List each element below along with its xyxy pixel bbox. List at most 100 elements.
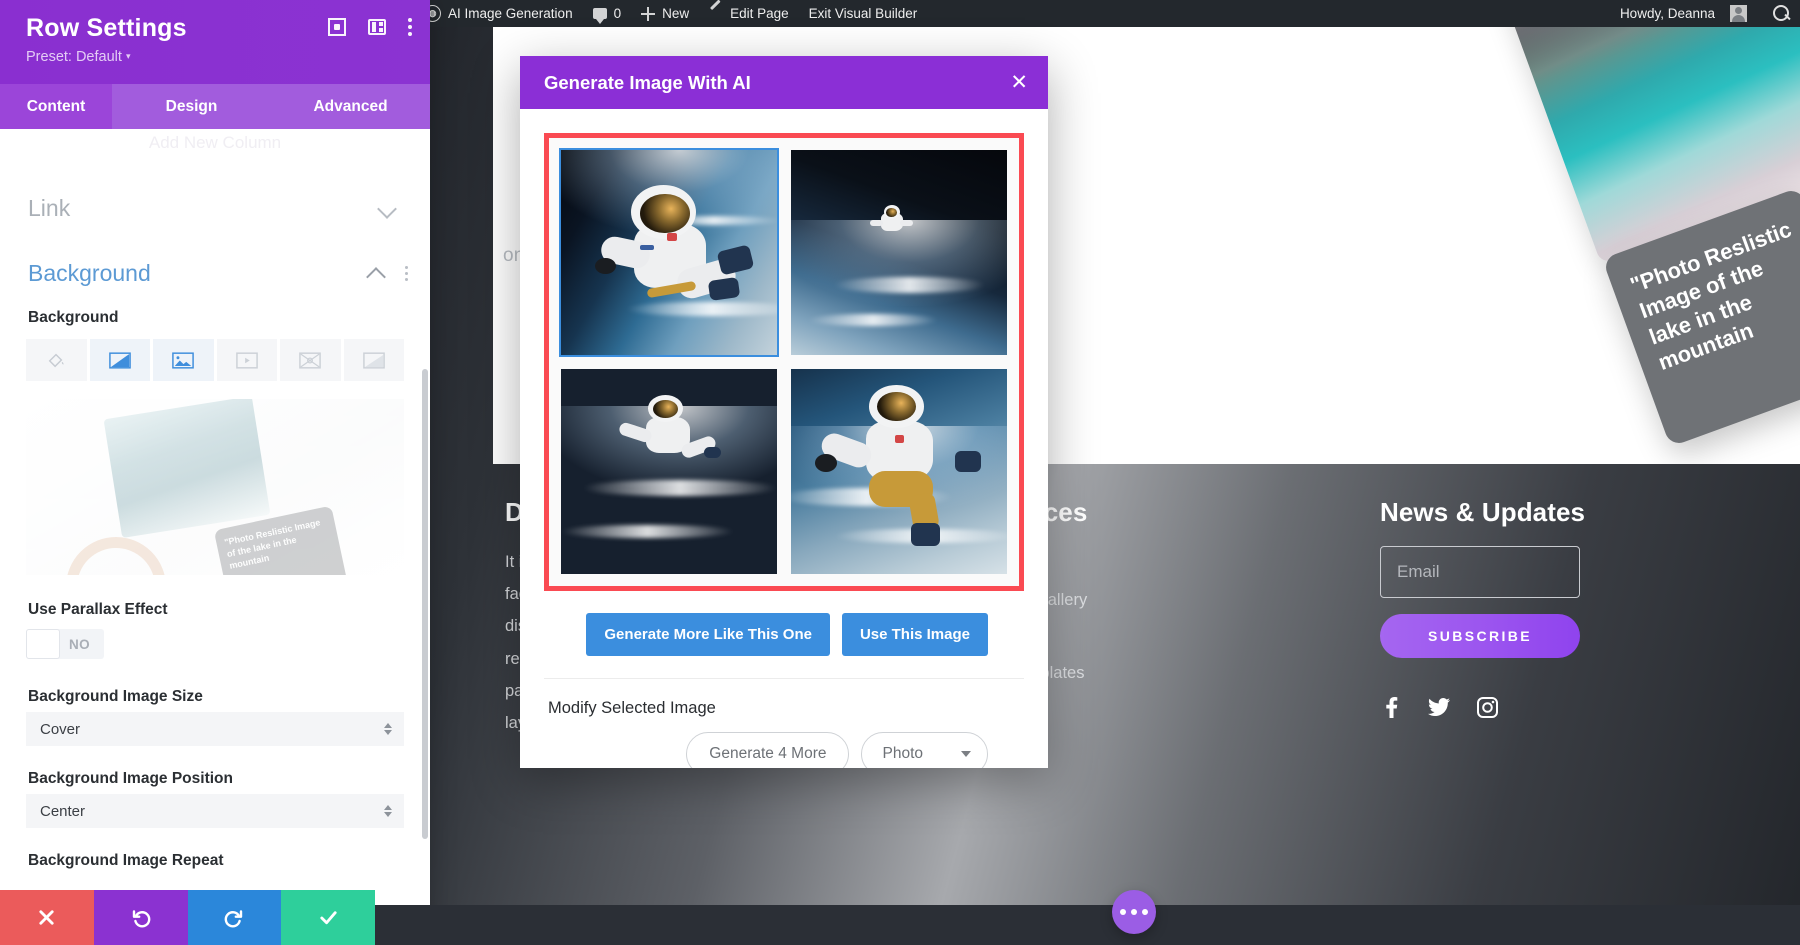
social-links	[1380, 696, 1776, 718]
panel-header: Row Settings Preset: Default ▾	[0, 0, 430, 84]
footer-col-resources-title: urces	[1018, 497, 1357, 528]
ai-image-3[interactable]	[561, 369, 777, 574]
preview-lake	[104, 399, 271, 538]
panel-scrollbar[interactable]	[422, 369, 428, 839]
panel-layout-icon[interactable]	[368, 19, 386, 35]
vertical-dots-icon[interactable]	[408, 18, 412, 36]
section-link[interactable]: Link	[0, 153, 430, 222]
undo-button[interactable]	[94, 890, 188, 945]
background-image-size-value: Cover	[40, 721, 80, 738]
mask-icon[interactable]	[344, 339, 405, 381]
background-image-repeat-label: Background Image Repeat	[0, 828, 430, 876]
avatar	[1730, 5, 1747, 22]
admin-bar-right: Howdy, Deanna	[1608, 0, 1800, 27]
video-icon[interactable]	[217, 339, 278, 381]
background-type-tabs	[26, 339, 404, 381]
add-new-column-ghost[interactable]: Add New Column	[0, 129, 430, 153]
save-button[interactable]	[281, 890, 375, 945]
use-this-image-button[interactable]: Use This Image	[842, 613, 988, 656]
wp-admin-bar: W ◍ AI Image Generation 0 New Edit Page …	[375, 0, 1800, 27]
modal-secondary-actions: Generate 4 More Photo	[544, 732, 1024, 768]
astronaut-figure	[591, 179, 755, 331]
ai-image-4[interactable]	[791, 369, 1007, 574]
focus-icon[interactable]	[328, 18, 346, 36]
chevron-down-icon: ▾	[126, 51, 131, 61]
background-image-preview[interactable]: "Photo Reslistic Image of the lake in th…	[26, 399, 404, 575]
pattern-icon[interactable]	[280, 339, 341, 381]
section-background[interactable]: Background	[0, 222, 430, 287]
howdy-item[interactable]: Howdy, Deanna	[1608, 0, 1757, 27]
ai-image-2[interactable]	[791, 150, 1007, 355]
color-fill-icon[interactable]	[26, 339, 87, 381]
background-image-position-value: Center	[40, 803, 85, 820]
background-field-label: Background	[0, 287, 430, 327]
generate-4-more-button[interactable]: Generate 4 More	[686, 732, 849, 768]
astronaut-figure	[873, 203, 912, 240]
ai-image-1[interactable]	[561, 150, 777, 355]
row-settings-panel: Row Settings Preset: Default ▾ Content D…	[0, 0, 430, 945]
use-parallax-effect-toggle[interactable]: NO	[26, 629, 104, 659]
preview-ring	[46, 519, 166, 575]
image-icon[interactable]	[153, 339, 214, 381]
email-field[interactable]	[1380, 546, 1580, 598]
footer-resource-list: al io Gallery erts emplates	[1018, 546, 1357, 691]
divi-menu-fab[interactable]	[1112, 890, 1156, 934]
discard-button[interactable]	[0, 890, 94, 945]
use-parallax-effect-label: Use Parallax Effect	[0, 575, 430, 619]
vertical-dots-icon[interactable]	[405, 266, 408, 281]
footer-col-subscribe: News & Updates SUBSCRIBE	[1380, 497, 1800, 945]
panel-tabs: Content Design Advanced	[0, 84, 430, 129]
dot-icon	[1131, 909, 1137, 915]
list-item[interactable]: al	[1018, 546, 1357, 582]
tab-content[interactable]: Content	[0, 84, 112, 129]
gradient-icon[interactable]	[90, 339, 151, 381]
ai-image-modal: Generate Image With AI ✕	[520, 56, 1048, 768]
image-style-select[interactable]: Photo	[861, 732, 988, 768]
tab-advanced[interactable]: Advanced	[271, 84, 430, 129]
cloud	[561, 525, 734, 538]
cloud	[583, 480, 777, 496]
plus-icon	[641, 7, 655, 21]
exit-visual-builder-item[interactable]: Exit Visual Builder	[799, 0, 928, 27]
comments-item[interactable]: 0	[583, 0, 632, 27]
redo-button[interactable]	[188, 890, 282, 945]
modify-selected-image-label: Modify Selected Image	[544, 679, 1024, 718]
pencil-icon	[709, 7, 723, 21]
chevron-up-icon[interactable]	[366, 267, 386, 287]
background-image-size-select[interactable]: Cover	[26, 712, 404, 746]
preset-selector[interactable]: Preset: Default ▾	[26, 49, 404, 65]
comment-bubble-icon	[593, 8, 607, 19]
modal-primary-actions: Generate More Like This One Use This Ima…	[544, 613, 1024, 656]
section-link-label: Link	[28, 195, 70, 222]
twitter-icon[interactable]	[1428, 696, 1450, 718]
list-item[interactable]: io Gallery	[1018, 582, 1357, 618]
site-name-item[interactable]: ◍ AI Image Generation	[414, 0, 583, 27]
bottom-strip	[375, 905, 1800, 945]
panel-action-bar	[0, 890, 375, 945]
tab-design[interactable]: Design	[112, 84, 271, 129]
site-name-label: AI Image Generation	[448, 6, 573, 21]
subscribe-button[interactable]: SUBSCRIBE	[1380, 614, 1580, 658]
image-grid	[561, 150, 1007, 574]
stepper-icon	[384, 805, 392, 817]
dot-icon	[1120, 909, 1126, 915]
instagram-icon[interactable]	[1476, 696, 1498, 718]
image-style-value: Photo	[882, 745, 923, 763]
list-item[interactable]: emplates	[1018, 655, 1357, 691]
panel-body: Add New Column Link Background Backgroun…	[0, 129, 430, 945]
search-icon[interactable]	[1773, 5, 1790, 22]
astronaut-figure	[821, 385, 981, 549]
background-image-position-select[interactable]: Center	[26, 794, 404, 828]
new-content-item[interactable]: New	[631, 0, 699, 27]
edit-page-item[interactable]: Edit Page	[699, 0, 799, 27]
facebook-icon[interactable]	[1380, 696, 1402, 718]
new-label: New	[662, 6, 689, 21]
image-grid-highlight	[544, 133, 1024, 591]
list-item[interactable]: erts	[1018, 619, 1357, 655]
toggle-value: NO	[69, 637, 90, 652]
generate-more-like-this-button[interactable]: Generate More Like This One	[586, 613, 830, 656]
astronaut-figure	[617, 390, 721, 480]
close-icon[interactable]: ✕	[1010, 72, 1028, 93]
dot-icon	[1142, 909, 1148, 915]
chevron-down-icon	[961, 751, 971, 757]
